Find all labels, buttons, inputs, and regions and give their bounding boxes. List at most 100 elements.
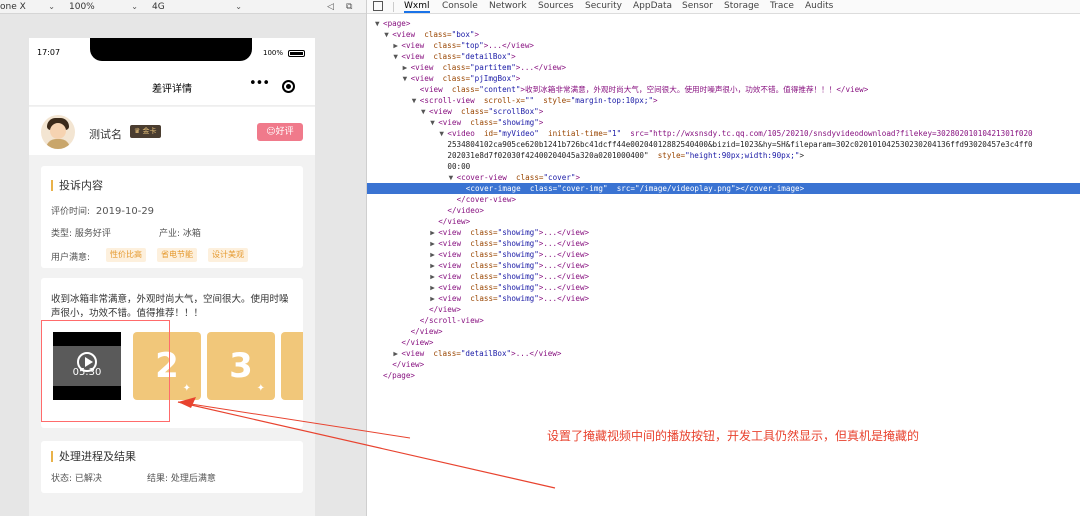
review-image-3[interactable]: 3 ✦ — [207, 332, 275, 400]
wxml-node[interactable]: <view class="content">收到冰箱非常满意，外观时尚大气，空间… — [367, 84, 1080, 95]
wxml-node[interactable]: ▶ <view class="showimg">...</view> — [367, 227, 1080, 238]
divider — [393, 2, 394, 12]
wxml-node[interactable]: ▼ <view class="box"> — [367, 29, 1080, 40]
expanded-arrow-icon[interactable]: ▼ — [393, 51, 398, 62]
wxml-node[interactable]: ▼ <view class="scrollBox"> — [367, 106, 1080, 117]
wxml-node[interactable]: ▼ <cover-view class="cover"> — [367, 172, 1080, 183]
tag-energy-saving: 省电节能 — [157, 248, 197, 262]
device-select[interactable]: one X ⌄ — [0, 0, 55, 14]
wxml-node[interactable]: </page> — [367, 370, 1080, 381]
status-value: 已解决 — [74, 474, 102, 484]
wxml-node[interactable]: ▼ <view class="detailBox"> — [367, 51, 1080, 62]
wxml-node[interactable]: ▼ <view class="showimg"> — [367, 117, 1080, 128]
good-review-button[interactable]: ☺好评 — [257, 123, 303, 141]
volume-icon[interactable]: ◁ — [327, 0, 334, 14]
tab-sensor[interactable]: Sensor — [682, 0, 713, 13]
inspect-element-icon[interactable] — [373, 1, 383, 11]
collapsed-arrow-icon[interactable]: ▶ — [430, 227, 435, 238]
collapsed-arrow-icon[interactable]: ▶ — [430, 260, 435, 271]
wxml-node[interactable]: ▼ <scroll-view scroll-x="" style="margin-… — [367, 95, 1080, 106]
page-title: 差评详情 — [152, 84, 192, 95]
wxml-node[interactable]: ▼ <video id="myVideo" initial-time="1" sr… — [367, 128, 1080, 139]
tab-audits[interactable]: Audits — [805, 0, 833, 13]
status-time: 17:07 — [37, 48, 61, 57]
tab-network[interactable]: Network — [489, 0, 527, 13]
wxml-node[interactable]: ▶ <view class="partitem">...</view> — [367, 62, 1080, 73]
tab-security[interactable]: Security — [585, 0, 622, 13]
wxml-node[interactable]: ▶ <view class="showimg">...</view> — [367, 282, 1080, 293]
review-image-4[interactable] — [281, 332, 303, 400]
simulator-panel: one X ⌄ 100% ⌄ 4G ⌄ ◁ ⧉ 17:07 100% 差评详情 … — [0, 0, 366, 516]
wxml-node-text: </video> — [447, 206, 484, 215]
wxml-node-text: </view> — [429, 305, 462, 314]
wxml-node[interactable]: </view> — [367, 337, 1080, 348]
wxml-node-text: <page> — [383, 19, 411, 28]
wxml-node-text: <view class="detailBox"> — [401, 52, 516, 61]
result-label: 结果: — [147, 474, 169, 484]
collapsed-arrow-icon[interactable]: ▶ — [430, 238, 435, 249]
wxml-node[interactable]: ▶ <view class="showimg">...</view> — [367, 271, 1080, 282]
tab-console[interactable]: Console — [442, 0, 478, 13]
wxml-node-text: </view> — [438, 217, 471, 226]
tab-appdata[interactable]: AppData — [633, 0, 672, 13]
progress-card: 处理进程及结果 状态: 已解决 结果: 处理后满意 — [41, 441, 303, 493]
more-menu-icon[interactable]: ••• — [249, 76, 270, 91]
window-icon[interactable]: ⧉ — [346, 0, 352, 14]
wxml-node[interactable]: 00:00 — [367, 161, 1080, 172]
wxml-node[interactable]: </view> — [367, 359, 1080, 370]
wxml-node-text: <view class="top">...</view> — [401, 41, 534, 50]
wxml-node-text: <view class="showimg">...</view> — [438, 261, 590, 270]
wxml-node[interactable]: ▶ <view class="showimg">...</view> — [367, 260, 1080, 271]
close-capsule-icon[interactable] — [282, 80, 295, 93]
thumb-number: 3 — [229, 346, 253, 386]
collapsed-arrow-icon[interactable]: ▶ — [393, 40, 398, 51]
wxml-node[interactable]: </view> — [367, 304, 1080, 315]
network-select[interactable]: 4G ⌄ — [152, 0, 242, 14]
wxml-node-text: <view class="showimg"> — [438, 118, 544, 127]
expanded-arrow-icon[interactable]: ▼ — [384, 29, 389, 40]
wxml-node[interactable]: ▶ <view class="showimg">...</view> — [367, 249, 1080, 260]
expanded-arrow-icon[interactable]: ▼ — [430, 117, 435, 128]
collapsed-arrow-icon[interactable]: ▶ — [393, 348, 398, 359]
tab-storage[interactable]: Storage — [724, 0, 759, 13]
wxml-node[interactable]: ▶ <view class="detailBox">...</view> — [367, 348, 1080, 359]
expanded-arrow-icon[interactable]: ▼ — [449, 172, 454, 183]
wxml-node[interactable]: </view> — [367, 216, 1080, 227]
zoom-select[interactable]: 100% ⌄ — [69, 0, 138, 14]
wxml-node[interactable]: ▼ <view class="pjImgBox"> — [367, 73, 1080, 84]
wxml-node[interactable]: 2534804102ca905ce620b1241b726bc41dcff44e… — [367, 139, 1080, 150]
collapsed-arrow-icon[interactable]: ▶ — [403, 62, 408, 73]
wxml-node[interactable]: </scroll-view> — [367, 315, 1080, 326]
wxml-node[interactable]: ▶ <view class="top">...</view> — [367, 40, 1080, 51]
collapsed-arrow-icon[interactable]: ▶ — [430, 271, 435, 282]
network-select-value: 4G — [152, 2, 165, 12]
expanded-arrow-icon[interactable]: ▼ — [412, 95, 417, 106]
wxml-node[interactable]: ▶ <view class="showimg">...</view> — [367, 238, 1080, 249]
wxml-tree: ▼ <page> ▼ <view class="box"> ▶ <view class="… — [367, 18, 1080, 398]
wxml-node-selected[interactable]: <cover-image class="cover-img" src="/ima… — [367, 183, 1080, 194]
type-label: 类型: — [51, 229, 73, 239]
tab-trace[interactable]: Trace — [770, 0, 794, 13]
user-name: 测试名 — [89, 128, 122, 141]
tab-sources[interactable]: Sources — [538, 0, 574, 13]
chevron-down-icon: ⌄ — [131, 2, 138, 11]
tab-wxml[interactable]: Wxml — [404, 0, 430, 13]
expanded-arrow-icon[interactable]: ▼ — [421, 106, 426, 117]
wxml-node[interactable]: 202031e8d7f02030f42400204045a320a0201000… — [367, 150, 1080, 161]
highlight-box — [41, 320, 170, 422]
expanded-arrow-icon[interactable]: ▼ — [403, 73, 408, 84]
wxml-node[interactable]: </cover-view> — [367, 194, 1080, 205]
review-date-row: 评价时间: 2019-10-29 — [51, 204, 154, 217]
collapsed-arrow-icon[interactable]: ▶ — [430, 293, 435, 304]
wxml-node[interactable]: ▼ <page> — [367, 18, 1080, 29]
phone-screen: 17:07 100% 差评详情 ••• 测试名 ♛ 金卡 ☺好评 投诉内容 评价… — [29, 38, 315, 516]
wxml-node[interactable]: ▶ <view class="showimg">...</view> — [367, 293, 1080, 304]
wxml-node-text: </cover-view> — [456, 195, 517, 204]
collapsed-arrow-icon[interactable]: ▶ — [430, 249, 435, 260]
industry-label: 产业: — [159, 229, 181, 239]
expanded-arrow-icon[interactable]: ▼ — [375, 18, 380, 29]
expanded-arrow-icon[interactable]: ▼ — [439, 128, 444, 139]
wxml-node[interactable]: </view> — [367, 326, 1080, 337]
wxml-node[interactable]: </video> — [367, 205, 1080, 216]
collapsed-arrow-icon[interactable]: ▶ — [430, 282, 435, 293]
